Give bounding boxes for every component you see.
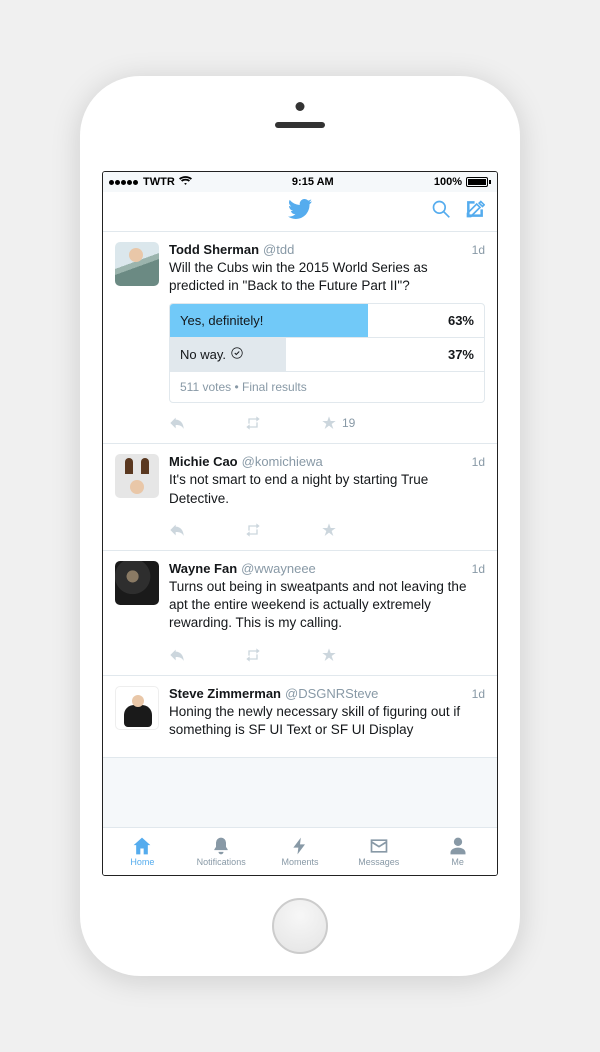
feed[interactable]: Todd Sherman @tdd 1d Will the Cubs win t… — [103, 232, 497, 827]
poll-option-pct: 63% — [448, 313, 484, 328]
phone-camera — [296, 102, 305, 111]
avatar[interactable] — [115, 242, 159, 286]
author-handle[interactable]: @wwayneee — [241, 561, 316, 576]
tweet[interactable]: Steve Zimmerman @DSGNRSteve 1d Honing th… — [103, 676, 497, 758]
tweet-text: Turns out being in sweatpants and not le… — [169, 578, 485, 633]
like-button[interactable]: 19 — [321, 415, 355, 431]
choice-check-icon — [231, 347, 243, 362]
screen: TWTR 9:15 AM 100% — [102, 171, 498, 876]
battery-icon — [466, 177, 491, 187]
tweet-time: 1d — [472, 687, 485, 701]
compose-icon[interactable] — [465, 199, 485, 224]
tab-label: Notifications — [197, 857, 246, 867]
avatar[interactable] — [115, 561, 159, 605]
like-button[interactable] — [321, 522, 337, 538]
poll-option-label: No way. — [180, 347, 226, 362]
tweet[interactable]: Todd Sherman @tdd 1d Will the Cubs win t… — [103, 232, 497, 444]
retweet-button[interactable] — [245, 522, 261, 538]
retweet-button[interactable] — [245, 415, 261, 431]
tab-bar: Home Notifications Moments Messages Me — [103, 827, 497, 875]
status-bar: TWTR 9:15 AM 100% — [103, 172, 497, 192]
tab-home[interactable]: Home — [103, 828, 182, 875]
carrier-label: TWTR — [143, 176, 175, 188]
avatar[interactable] — [115, 454, 159, 498]
battery-pct: 100% — [434, 176, 462, 188]
tweet-time: 1d — [472, 562, 485, 576]
poll: Yes, definitely! 63% No way. 37% — [169, 303, 485, 403]
tab-label: Messages — [358, 857, 399, 867]
tweet-time: 1d — [472, 455, 485, 469]
retweet-button[interactable] — [245, 647, 261, 663]
tweet-actions — [169, 516, 485, 540]
poll-option-pct: 37% — [448, 347, 484, 362]
poll-meta: 511 votes • Final results — [170, 372, 484, 402]
tweet-text: Honing the newly necessary skill of figu… — [169, 703, 485, 739]
status-time: 9:15 AM — [292, 176, 334, 188]
tab-moments[interactable]: Moments — [261, 828, 340, 875]
author-handle[interactable]: @tdd — [263, 242, 294, 257]
like-button[interactable] — [321, 647, 337, 663]
poll-option-label: Yes, definitely! — [170, 313, 263, 328]
avatar[interactable] — [115, 686, 159, 730]
phone-speaker — [275, 122, 325, 128]
poll-option[interactable]: No way. 37% — [170, 338, 484, 372]
reply-button[interactable] — [169, 522, 185, 538]
reply-button[interactable] — [169, 647, 185, 663]
tab-me[interactable]: Me — [418, 828, 497, 875]
signal-dots-icon — [109, 176, 139, 188]
tweet-actions — [169, 641, 485, 665]
tab-label: Me — [451, 857, 464, 867]
home-button[interactable] — [272, 898, 328, 954]
author-handle[interactable]: @DSGNRSteve — [285, 686, 378, 701]
tab-notifications[interactable]: Notifications — [182, 828, 261, 875]
reply-button[interactable] — [169, 415, 185, 431]
author-handle[interactable]: @komichiewa — [242, 454, 323, 469]
tweet-text: Will the Cubs win the 2015 World Series … — [169, 259, 485, 295]
author-name[interactable]: Steve Zimmerman — [169, 686, 281, 701]
twitter-logo-icon[interactable] — [288, 206, 312, 223]
wifi-icon — [179, 176, 192, 189]
navbar — [103, 192, 497, 232]
tweet[interactable]: Wayne Fan @wwayneee 1d Turns out being i… — [103, 551, 497, 676]
iphone-frame: TWTR 9:15 AM 100% — [80, 76, 520, 976]
tweet-text: It's not smart to end a night by startin… — [169, 471, 485, 507]
tab-label: Moments — [281, 857, 318, 867]
tweet-time: 1d — [472, 243, 485, 257]
author-name[interactable]: Todd Sherman — [169, 242, 259, 257]
author-name[interactable]: Wayne Fan — [169, 561, 237, 576]
poll-option[interactable]: Yes, definitely! 63% — [170, 304, 484, 338]
tab-label: Home — [130, 857, 154, 867]
search-icon[interactable] — [431, 199, 451, 224]
tweet-actions: 19 — [169, 409, 485, 433]
tweet[interactable]: Michie Cao @komichiewa 1d It's not smart… — [103, 444, 497, 550]
author-name[interactable]: Michie Cao — [169, 454, 238, 469]
tab-messages[interactable]: Messages — [339, 828, 418, 875]
like-count: 19 — [342, 416, 355, 430]
